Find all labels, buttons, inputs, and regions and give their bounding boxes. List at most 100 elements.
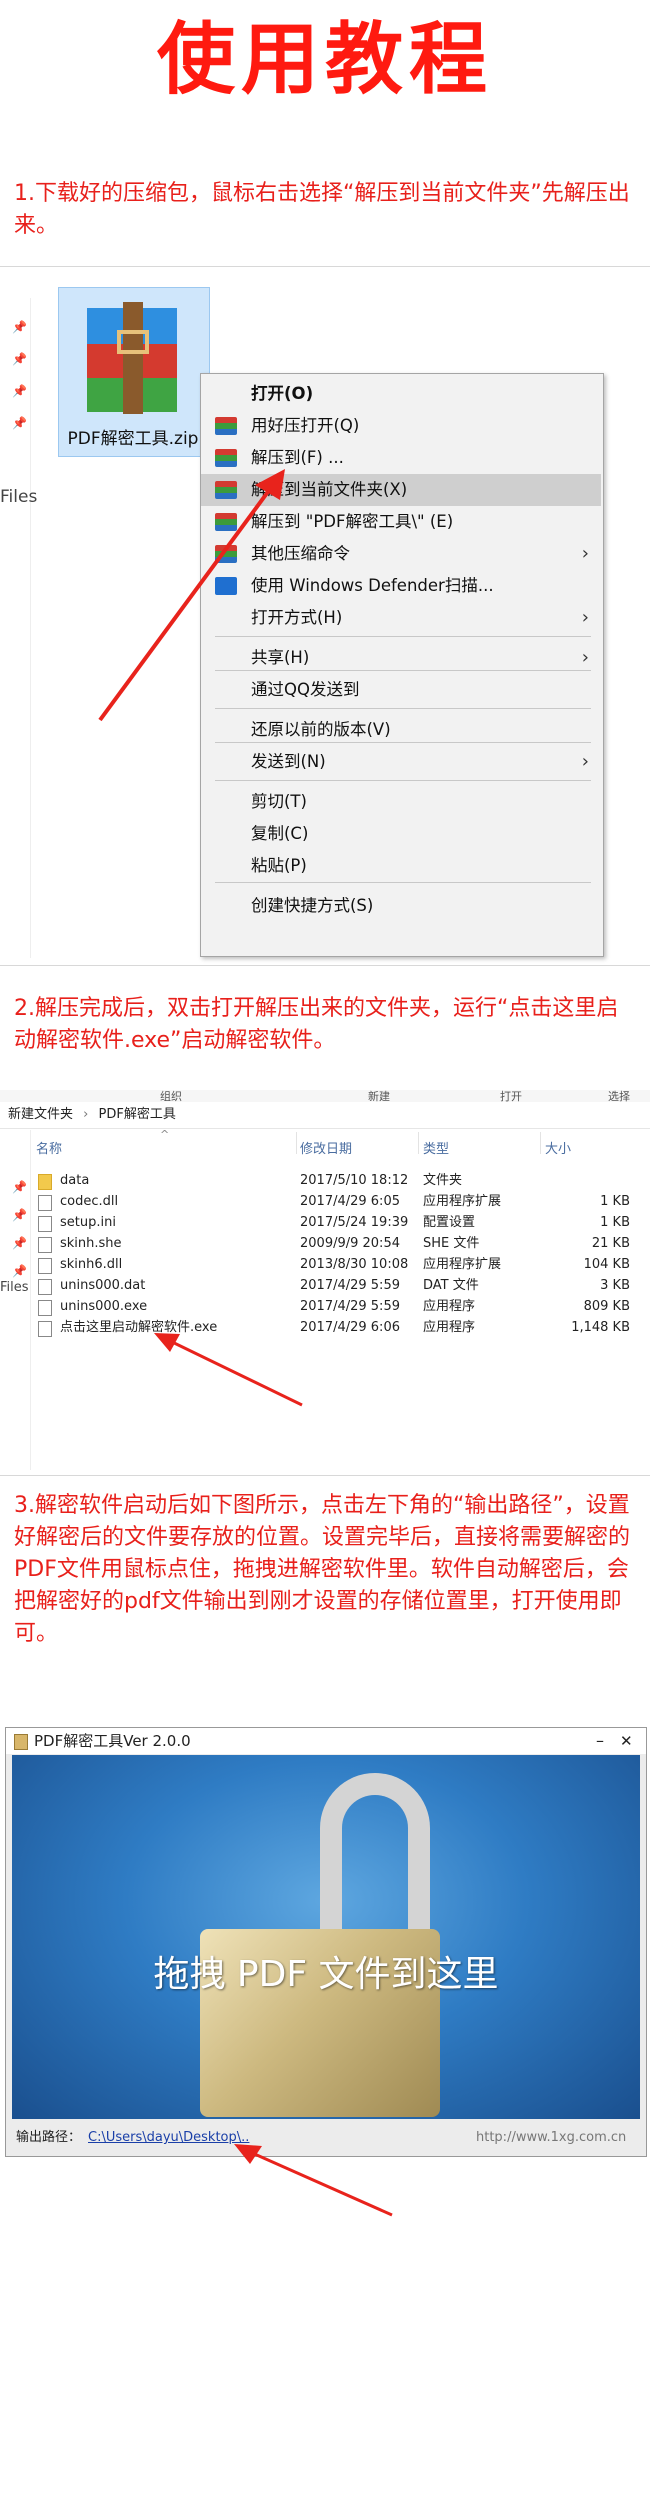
column-header-name[interactable]: 名称 xyxy=(36,1138,62,1157)
cell-type: 应用程序 xyxy=(423,1320,476,1335)
window-title: PDF解密工具Ver 2.0.0 xyxy=(34,1732,191,1750)
sidebar-label: Files xyxy=(0,487,38,507)
column-divider xyxy=(296,1132,297,1154)
divider xyxy=(0,965,650,966)
menu-separator xyxy=(215,742,591,743)
file-icon xyxy=(38,1237,52,1253)
context-menu-item[interactable]: 剪切(T) xyxy=(201,786,601,818)
rar-icon xyxy=(215,417,237,435)
folder-icon xyxy=(38,1174,52,1190)
app-window: PDF解密工具Ver 2.0.0 – ✕ 拖拽 PDF 文件到这里 输出路径： … xyxy=(5,1727,647,2157)
cell-type: 应用程序 xyxy=(423,1299,476,1314)
pin-icon[interactable]: 📌 xyxy=(12,1264,27,1278)
table-row[interactable]: 点击这里启动解密软件.exe 2017/4/29 6:06 应用程序 1,148 KB xyxy=(34,1317,650,1338)
cell-date: 2017/4/29 6:06 xyxy=(300,1320,400,1335)
cell-type: DAT 文件 xyxy=(423,1278,479,1293)
cell-type: 应用程序扩展 xyxy=(423,1257,502,1272)
app-icon xyxy=(14,1734,28,1750)
table-row[interactable]: unins000.dat 2017/4/29 5:59 DAT 文件 3 KB xyxy=(34,1275,650,1296)
cell-type: 应用程序扩展 xyxy=(423,1194,502,1209)
column-header-type[interactable]: 类型 xyxy=(423,1138,449,1157)
pin-icon[interactable]: 📌 xyxy=(12,1236,27,1250)
context-menu-item[interactable]: 发送到(N) › xyxy=(201,746,601,778)
step3-instruction: 3.解密软件启动后如下图所示，点击左下角的“输出路径”，设置好解密后的文件要存放… xyxy=(14,1493,631,1646)
column-divider xyxy=(540,1132,541,1154)
drop-zone-label: 拖拽 PDF 文件到这里 xyxy=(153,1954,499,1995)
cell-size: 104 KB xyxy=(583,1257,630,1272)
pin-icon[interactable]: 📌 xyxy=(12,1180,27,1194)
column-header-size[interactable]: 大小 xyxy=(545,1138,571,1157)
table-row[interactable]: codec.dll 2017/4/29 6:05 应用程序扩展 1 KB xyxy=(34,1191,650,1212)
cell-name: data xyxy=(60,1173,90,1188)
output-path-link[interactable]: C:\Users\dayu\Desktop\.. xyxy=(88,2120,249,2156)
cell-type: 文件夹 xyxy=(423,1173,463,1188)
menu-separator xyxy=(215,882,591,883)
breadcrumb-item[interactable]: 新建文件夹 xyxy=(8,1107,73,1122)
cell-date: 2013/8/30 10:08 xyxy=(300,1257,409,1272)
sidebar-label: Files xyxy=(0,1280,29,1295)
column-header-date[interactable]: 修改日期 xyxy=(300,1138,352,1157)
file-icon xyxy=(38,1321,52,1337)
cell-size: 1 KB xyxy=(600,1215,630,1230)
cell-date: 2017/4/29 5:59 xyxy=(300,1278,400,1293)
divider xyxy=(0,266,650,267)
cell-name: skinh.she xyxy=(60,1236,122,1251)
website-url[interactable]: http://www.1xg.com.cn xyxy=(476,2120,626,2156)
context-menu-item[interactable]: 创建快捷方式(S) xyxy=(201,890,601,922)
pin-icon[interactable]: 📌 xyxy=(12,320,27,334)
context-menu-item[interactable]: 打开(O) xyxy=(201,378,601,410)
context-menu-label: 剪切(T) xyxy=(251,792,307,811)
page-title: 使用教程 xyxy=(156,15,493,105)
pointer-arrow xyxy=(154,1333,303,1407)
cell-name: unins000.exe xyxy=(60,1299,148,1314)
pin-icon[interactable]: 📌 xyxy=(12,384,27,398)
cell-size: 3 KB xyxy=(600,1278,630,1293)
chevron-right-icon: › xyxy=(83,1107,89,1122)
table-row[interactable]: skinh.she 2009/9/9 20:54 SHE 文件 21 KB xyxy=(34,1233,650,1254)
table-row[interactable]: data 2017/5/10 18:12 文件夹 xyxy=(34,1170,650,1191)
chevron-right-icon: › xyxy=(581,751,589,772)
cell-date: 2017/4/29 5:59 xyxy=(300,1299,400,1314)
context-menu-label: 复制(C) xyxy=(251,824,309,843)
context-menu-label: 创建快捷方式(S) xyxy=(251,896,374,915)
breadcrumb-item[interactable]: PDF解密工具 xyxy=(99,1107,176,1122)
padlock-shackle xyxy=(320,1773,430,1949)
context-menu-item[interactable]: 复制(C) xyxy=(201,818,601,850)
cell-date: 2017/5/24 19:39 xyxy=(300,1215,409,1230)
ribbon-strip: 组织 新建 打开 选择 xyxy=(0,1090,650,1103)
rar-archive-icon xyxy=(87,302,177,414)
cell-name: unins000.dat xyxy=(60,1278,146,1293)
context-menu-label: 粘贴(P) xyxy=(251,856,307,875)
table-row[interactable]: skinh6.dll 2013/8/30 10:08 应用程序扩展 104 KB xyxy=(34,1254,650,1275)
context-menu-item[interactable]: 粘贴(P) xyxy=(201,850,601,882)
cell-name: codec.dll xyxy=(60,1194,119,1209)
cell-size: 1 KB xyxy=(600,1194,630,1209)
breadcrumb: 新建文件夹 › PDF解密工具 xyxy=(0,1102,650,1129)
window-titlebar[interactable]: PDF解密工具Ver 2.0.0 – ✕ xyxy=(6,1728,646,1754)
minimize-button[interactable]: – xyxy=(596,1728,604,1754)
cell-date: 2017/5/10 18:12 xyxy=(300,1173,409,1188)
close-button[interactable]: ✕ xyxy=(620,1728,633,1754)
pointer-arrow xyxy=(98,469,285,722)
table-row[interactable]: setup.ini 2017/5/24 19:39 配置设置 1 KB xyxy=(34,1212,650,1233)
context-menu-item[interactable]: 用好压打开(Q) xyxy=(201,410,601,442)
context-menu-label: 打开(O) xyxy=(251,384,314,403)
menu-separator xyxy=(215,780,591,781)
drop-zone[interactable]: 拖拽 PDF 文件到这里 xyxy=(12,1755,640,2119)
zip-filename: PDF解密工具.zip xyxy=(67,429,199,449)
cell-date: 2017/4/29 6:05 xyxy=(300,1194,400,1209)
table-row[interactable]: unins000.exe 2017/4/29 5:59 应用程序 809 KB xyxy=(34,1296,650,1317)
step1-instruction: 1.下载好的压缩包，鼠标右击选择“解压到当前文件夹”先解压出来。 xyxy=(14,181,630,238)
file-icon xyxy=(38,1279,52,1295)
cell-type: 配置设置 xyxy=(423,1215,476,1230)
pin-icon[interactable]: 📌 xyxy=(12,416,27,430)
context-menu-label: 发送到(N) xyxy=(251,752,326,771)
pin-icon[interactable]: 📌 xyxy=(12,352,27,366)
file-icon xyxy=(38,1216,52,1232)
pin-icon[interactable]: 📌 xyxy=(12,1208,27,1222)
cell-name: setup.ini xyxy=(60,1215,116,1230)
file-icon xyxy=(38,1300,52,1316)
cell-size: 1,148 KB xyxy=(571,1320,630,1335)
chevron-right-icon: › xyxy=(581,543,589,564)
cell-date: 2009/9/9 20:54 xyxy=(300,1236,400,1251)
